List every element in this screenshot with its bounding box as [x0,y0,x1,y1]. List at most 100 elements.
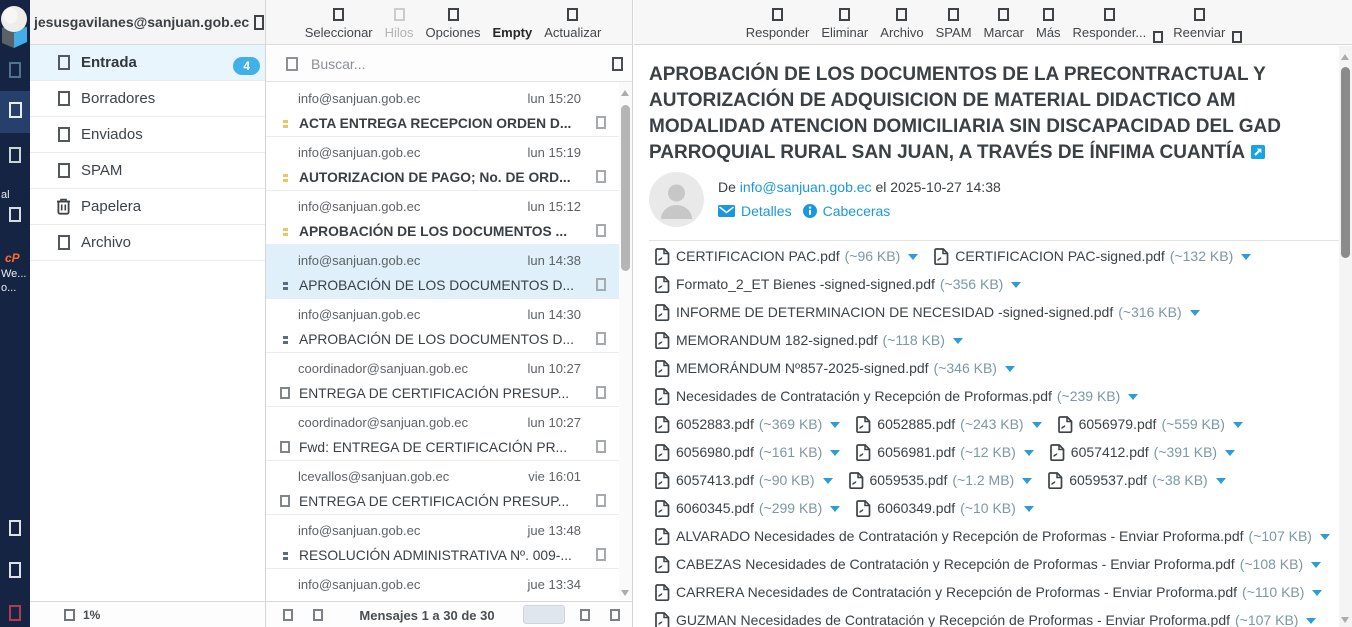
attachment-dropdown-caret[interactable] [1320,534,1330,540]
attachment-item[interactable]: MEMORÁNDUM Nº857-2025-signed.pdf(~346 KB… [655,354,1015,382]
message-row[interactable]: info@sanjuan.gob.eclun 15:12APROBACIÓN D… [266,191,620,245]
message-row[interactable]: info@sanjuan.gob.ecjue 13:48RESOLUCIÓN A… [266,515,620,569]
attachment-item[interactable]: ALVARADO Necesidades de Contratación y R… [655,522,1330,550]
attachment-item[interactable]: Formato_2_ET Bienes -signed-signed.pdf(~… [655,270,1021,298]
list-button-actualizar[interactable]: Actualizar [544,0,601,40]
message-row[interactable]: coordinador@sanjuan.gob.eclun 10:27ENTRE… [266,353,620,407]
navbar-icon-2[interactable] [9,147,21,163]
message-checkbox[interactable] [596,332,606,345]
search-icon[interactable] [286,57,298,71]
list-button-opciones[interactable]: Opciones [426,0,481,40]
list-button-empty[interactable]: Empty [492,0,532,40]
message-checkbox[interactable] [596,548,606,561]
account-menu-icon[interactable] [254,15,264,30]
attachment-item[interactable]: 6059537.pdf(~38 KB) [1048,466,1226,494]
mail-button-ms[interactable]: Más [1036,0,1061,40]
attachment-dropdown-caret[interactable] [830,422,840,428]
message-row[interactable]: coordinador@sanjuan.gob.eclun 10:27Fwd: … [266,407,620,461]
attachment-dropdown-caret[interactable] [1216,478,1226,484]
attachment-item[interactable]: 6057413.pdf(~90 KB) [655,466,833,494]
navbar-icon-1[interactable] [9,62,21,78]
attachment-item[interactable]: INFORME DE DETERMINACION DE NECESIDAD -s… [655,298,1200,326]
attachment-item[interactable]: 6060349.pdf(~10 KB) [856,494,1034,522]
sidebar-folder-papelera[interactable]: Papelera [30,189,265,225]
attachment-dropdown-caret[interactable] [1024,506,1034,512]
attachment-dropdown-caret[interactable] [1011,282,1021,288]
attachment-dropdown-caret[interactable] [908,254,918,260]
attachment-dropdown-caret[interactable] [1312,590,1322,596]
attachment-item[interactable]: 6059535.pdf(~1.2 MB) [849,466,1033,494]
mail-button-responder[interactable]: Responder [746,0,810,40]
message-row[interactable]: info@sanjuan.gob.eclun 14:30APROBACIÓN D… [266,299,620,353]
attachment-item[interactable]: CABEZAS Necesidades de Contratación y Re… [655,550,1321,578]
message-checkbox[interactable] [596,494,606,507]
mail-button-responder[interactable]: Responder... [1073,0,1147,40]
navbar-icon-mail[interactable] [9,102,22,118]
message-checkbox[interactable] [596,386,606,399]
sidebar-folder-borradores[interactable]: Borradores [30,81,265,117]
attachment-dropdown-caret[interactable] [830,450,840,456]
mail-button-archivo[interactable]: Archivo [880,0,923,40]
attachment-dropdown-caret[interactable] [1225,450,1235,456]
attachment-item[interactable]: 6056979.pdf(~559 KB) [1058,410,1243,438]
attachment-dropdown-caret[interactable] [953,338,963,344]
attachment-dropdown-caret[interactable] [1022,478,1032,484]
footer-icon-4[interactable] [610,609,620,621]
message-row[interactable]: info@sanjuan.gob.eclun 14:38APROBACIÓN D… [266,245,620,299]
scroll-down-icon[interactable] [621,590,629,596]
attachment-dropdown-caret[interactable] [1306,618,1316,624]
attachment-item[interactable]: 6052885.pdf(~243 KB) [856,410,1041,438]
attachment-dropdown-caret[interactable] [1024,450,1034,456]
attachment-dropdown-caret[interactable] [1241,254,1251,260]
attachment-dropdown-caret[interactable] [1032,422,1042,428]
attachment-item[interactable]: 6056980.pdf(~161 KB) [655,438,840,466]
details-link[interactable]: Detalles [718,203,792,219]
attachment-dropdown-caret[interactable] [1233,422,1243,428]
attachment-item[interactable]: CARRERA Necesidades de Contratación y Re… [655,578,1322,606]
open-external-icon[interactable] [1251,145,1265,159]
message-checkbox[interactable] [596,440,606,453]
attachment-dropdown-caret[interactable] [1005,366,1015,372]
mail-button-eliminar[interactable]: Eliminar [821,0,868,40]
attachment-dropdown-caret[interactable] [823,478,833,484]
attachment-item[interactable]: MEMORANDUM 182-signed.pdf(~118 KB) [655,326,963,354]
search-options-icon[interactable] [612,57,623,71]
sidebar-folder-enviados[interactable]: Enviados [30,117,265,153]
from-email-link[interactable]: info@sanjuan.gob.ec [740,179,872,195]
mail-caret-reenviar[interactable] [1232,31,1242,43]
list-button-seleccionar[interactable]: Seleccionar [305,0,373,40]
sidebar-folder-spam[interactable]: SPAM [30,153,265,189]
message-row[interactable]: lcevallos@sanjuan.gob.ecvie 16:01ENTREGA… [266,461,620,515]
webmail-logo-icon[interactable] [0,2,30,50]
attachment-item[interactable]: 6057412.pdf(~391 KB) [1050,438,1235,466]
navbar-icon-4[interactable] [9,520,21,536]
attachment-item[interactable]: CERTIFICACION PAC-signed.pdf(~132 KB) [934,242,1251,270]
mail-scrollbar-thumb[interactable] [1341,67,1350,258]
message-row[interactable]: info@sanjuan.gob.eclun 15:19AUTORIZACION… [266,137,620,191]
mail-scrollbar[interactable] [1339,46,1352,627]
sidebar-folder-archivo[interactable]: Archivo [30,225,265,261]
mail-scroll-up-icon[interactable] [1341,54,1349,60]
search-input[interactable]: Buscar... [311,56,612,72]
list-scrollbar[interactable] [619,82,632,600]
attachment-item[interactable]: GUZMAN Necesidades de Contratación y Rec… [655,606,1316,627]
attachment-dropdown-caret[interactable] [1128,394,1138,400]
navbar-icon-logout[interactable] [9,605,21,621]
attachment-dropdown-caret[interactable] [1190,310,1200,316]
attachment-dropdown-caret[interactable] [1311,562,1321,568]
mail-button-reenviar[interactable]: Reenviar [1173,0,1225,40]
message-checkbox[interactable] [596,224,606,237]
list-button-hilos[interactable]: Hilos [385,0,414,40]
attachment-item[interactable]: 6052883.pdf(~369 KB) [655,410,840,438]
attachment-item[interactable]: 6060345.pdf(~299 KB) [655,494,840,522]
message-checkbox[interactable] [596,116,606,129]
list-scrollbar-thumb[interactable] [621,105,630,271]
message-checkbox[interactable] [596,170,606,183]
attachment-dropdown-caret[interactable] [830,506,840,512]
mail-button-marcar[interactable]: Marcar [984,0,1024,40]
attachment-item[interactable]: Necesidades de Contratación y Recepción … [655,382,1138,410]
message-row[interactable]: info@sanjuan.gob.ecjue 13:34 [266,569,620,600]
navbar-icon-3[interactable] [9,207,21,222]
search-bar[interactable]: Buscar... [266,46,632,82]
attachment-item[interactable]: 6056981.pdf(~12 KB) [856,438,1034,466]
